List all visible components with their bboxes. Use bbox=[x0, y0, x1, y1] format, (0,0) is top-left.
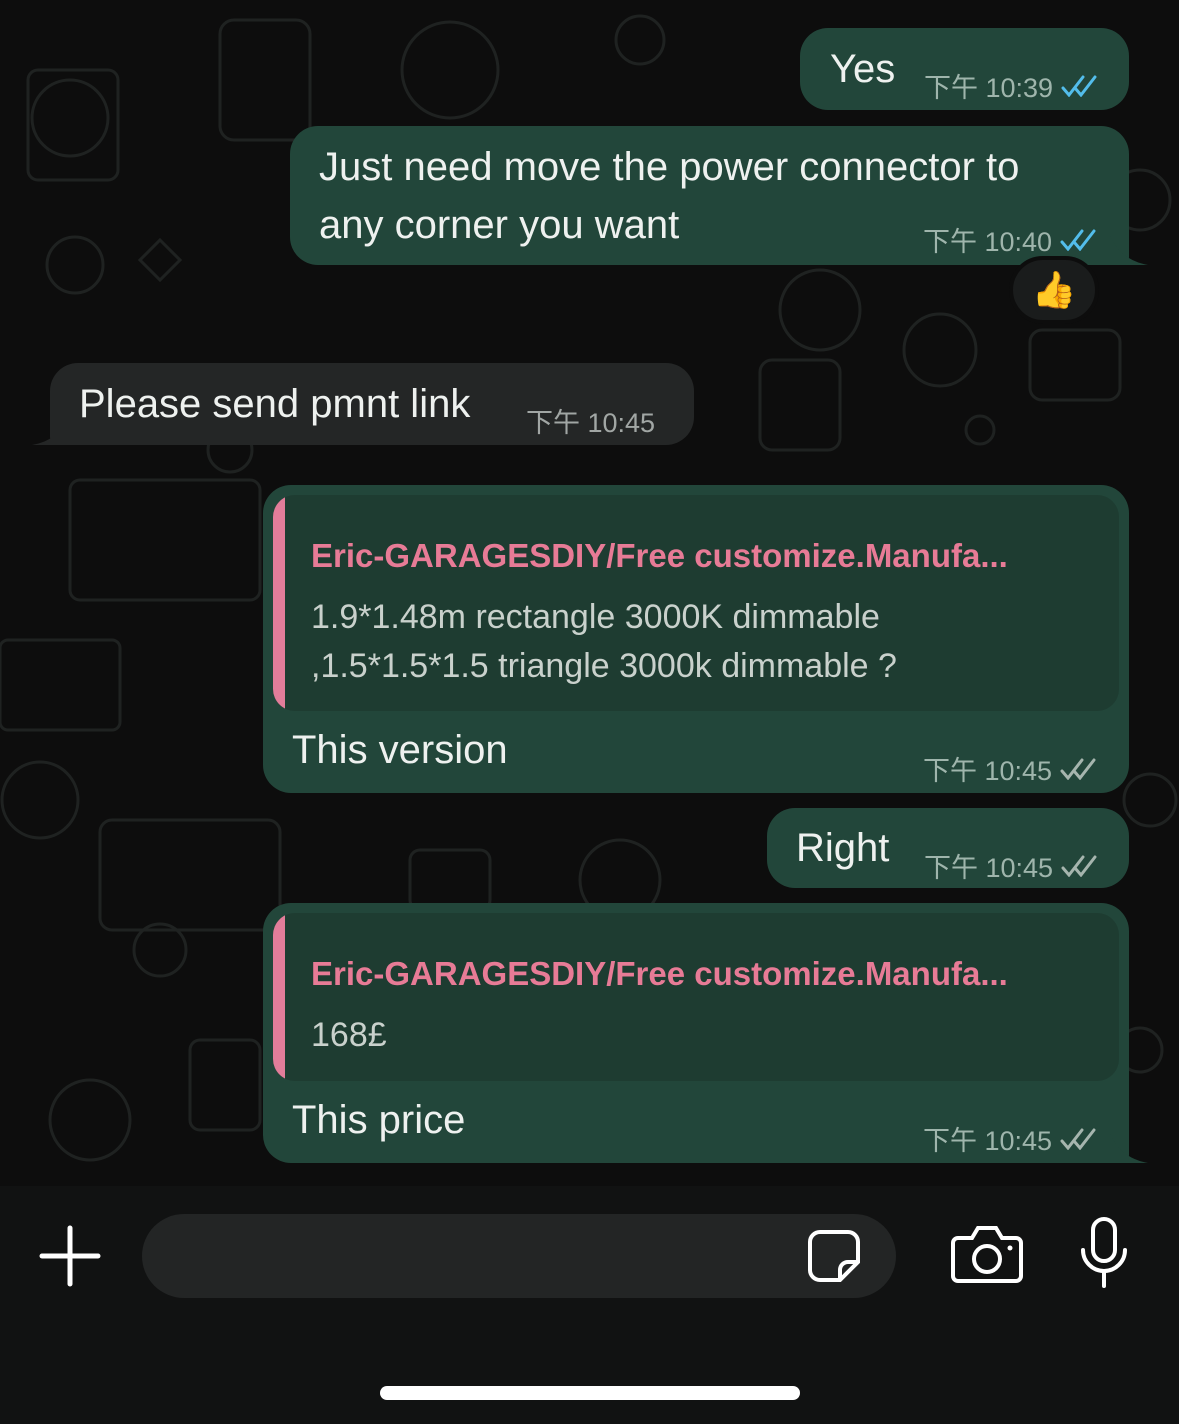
message-bubble[interactable]: Please send pmnt link 下午 10:45 bbox=[50, 363, 694, 445]
message-time: 下午 10:45 bbox=[923, 1126, 1053, 1156]
camera-icon[interactable] bbox=[950, 1224, 1024, 1284]
message-meta: 下午 10:40 bbox=[923, 220, 1098, 259]
message-bubble[interactable]: Right 下午 10:45 bbox=[767, 808, 1129, 888]
quote-text-line-1: 1.9*1.48m rectangle 3000K dimmable bbox=[311, 598, 880, 636]
message-bubble[interactable]: Just need move the power connector to an… bbox=[290, 126, 1129, 265]
quote-author: Eric-GARAGESDIY/Free customize.Manufa... bbox=[311, 537, 1008, 574]
message-text-line-1: Just need move the power connector to bbox=[319, 145, 1020, 189]
message-meta: 下午 10:45 bbox=[923, 1119, 1098, 1158]
message-text: This version bbox=[292, 728, 508, 772]
plus-icon[interactable] bbox=[38, 1224, 102, 1288]
sticker-icon[interactable] bbox=[806, 1228, 862, 1284]
delivered-double-check-icon bbox=[1060, 758, 1096, 780]
bubble-tail bbox=[32, 415, 70, 445]
message-time: 下午 10:45 bbox=[526, 408, 656, 438]
reaction-badge[interactable]: 👍 bbox=[1009, 256, 1099, 324]
message-time: 下午 10:40 bbox=[923, 227, 1053, 257]
quote-text-line-1: 168£ bbox=[311, 1016, 387, 1054]
message-time: 下午 10:39 bbox=[924, 73, 1054, 103]
home-indicator[interactable] bbox=[380, 1386, 800, 1400]
bubble-tail bbox=[1110, 235, 1148, 265]
message-meta: 下午 10:39 bbox=[924, 66, 1099, 105]
message-text: Please send pmnt link bbox=[79, 382, 471, 426]
delivered-double-check-icon bbox=[1061, 855, 1097, 877]
message-meta: 下午 10:45 bbox=[923, 749, 1098, 788]
bubble-tail bbox=[1110, 1133, 1148, 1163]
chat-area[interactable]: Yes 下午 10:39 Just need move the power co… bbox=[0, 0, 1179, 1186]
quote-accent-bar bbox=[273, 913, 285, 1081]
read-double-check-icon bbox=[1060, 229, 1096, 251]
message-bubble[interactable]: Yes 下午 10:39 bbox=[800, 28, 1129, 110]
thumbs-up-emoji: 👍 bbox=[1031, 269, 1077, 310]
message-time: 下午 10:45 bbox=[923, 756, 1053, 786]
quote-author: Eric-GARAGESDIY/Free customize.Manufa... bbox=[311, 955, 1008, 992]
message-bubble[interactable]: Eric-GARAGESDIY/Free customize.Manufa...… bbox=[263, 485, 1129, 793]
delivered-double-check-icon bbox=[1060, 1128, 1096, 1150]
message-text: Right bbox=[796, 826, 890, 870]
message-input[interactable] bbox=[142, 1214, 896, 1298]
message-composer bbox=[0, 1186, 1179, 1424]
message-text: Yes bbox=[830, 47, 896, 91]
message-bubble[interactable]: Eric-GARAGESDIY/Free customize.Manufa...… bbox=[263, 903, 1129, 1163]
quoted-message[interactable]: Eric-GARAGESDIY/Free customize.Manufa...… bbox=[273, 913, 1119, 1081]
quoted-message[interactable]: Eric-GARAGESDIY/Free customize.Manufa...… bbox=[273, 495, 1119, 711]
quote-accent-bar bbox=[273, 495, 285, 711]
quote-text-line-2: ,1.5*1.5*1.5 triangle 3000k dimmable ? bbox=[311, 647, 897, 685]
message-time: 下午 10:45 bbox=[924, 853, 1054, 883]
message-meta: 下午 10:45 bbox=[526, 401, 655, 440]
message-text-line-2: any corner you want bbox=[319, 203, 680, 247]
message-meta: 下午 10:45 bbox=[924, 846, 1099, 885]
read-double-check-icon bbox=[1061, 75, 1097, 97]
microphone-icon[interactable] bbox=[1078, 1216, 1130, 1290]
message-text: This price bbox=[292, 1098, 466, 1142]
